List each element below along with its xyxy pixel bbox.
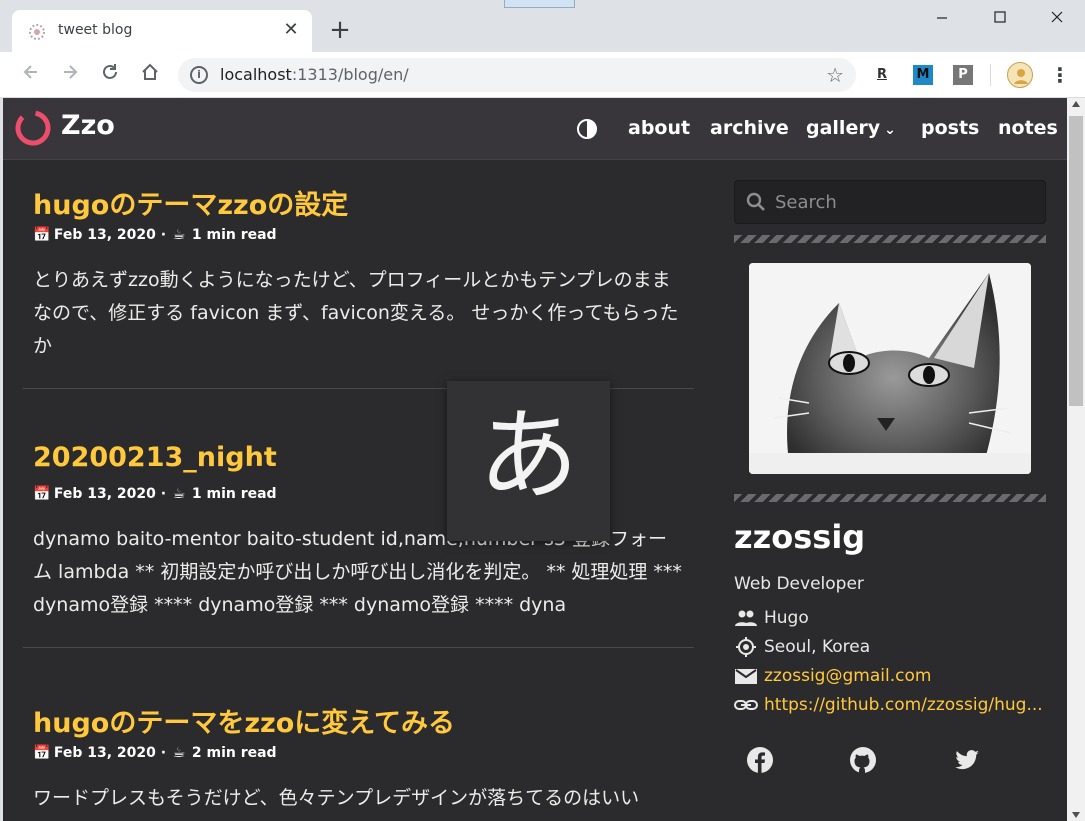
profile-avatar-icon[interactable] <box>1007 62 1033 88</box>
back-icon[interactable] <box>18 62 44 88</box>
calendar-icon: 📅 <box>33 745 51 761</box>
email-link[interactable]: zzossig@gmail.com <box>764 666 931 686</box>
logo-ring-icon[interactable] <box>14 109 52 147</box>
url-text[interactable]: localhost:1313/blog/en/ <box>220 65 409 84</box>
browser-tab[interactable]: tweet blog ✕ <box>12 10 312 52</box>
nav-about[interactable]: about <box>628 117 690 139</box>
people-icon <box>735 610 757 626</box>
nav-gallery-label: gallery <box>806 117 881 139</box>
location-text: Seoul, Korea <box>764 637 871 657</box>
chevron-down-icon: ⌄ <box>884 122 896 138</box>
window-edge <box>504 0 575 8</box>
post-title[interactable]: hugoのテーマをzzoに変えてみる <box>33 701 455 740</box>
post-divider <box>23 647 694 648</box>
post-date: Feb 13, 2020 <box>53 227 156 243</box>
extension-m-icon[interactable]: M <box>913 65 933 85</box>
post-date: Feb 13, 2020 <box>53 486 156 502</box>
page-viewport: Zzo about archive gallery ⌄ posts notes h… <box>3 98 1067 821</box>
post-summary: ワードプレスもそうだけど、色々テンプレデザインが落ちてるのはいい <box>33 787 640 809</box>
post-meta: 📅 Feb 13, 2020 · ☕ 1 min read <box>33 227 277 243</box>
tab-close-icon[interactable]: ✕ <box>280 19 302 41</box>
nav-gallery[interactable]: gallery ⌄ <box>806 117 896 139</box>
organization-text: Hugo <box>764 608 809 628</box>
reload-icon[interactable] <box>97 62 123 88</box>
read-time: 2 min read <box>191 745 277 761</box>
email-icon <box>735 669 757 684</box>
extension-p-icon[interactable]: P <box>953 65 973 85</box>
post-summary: とりあえずzzo動くようになったけど、プロフィールとかもテンプレのままなので、修… <box>33 269 679 357</box>
post-meta: 📅 Feb 13, 2020 · ☕ 1 min read <box>33 486 277 502</box>
profile-email[interactable]: zzossig@gmail.com <box>734 666 1054 692</box>
toolbar-separator <box>990 64 991 86</box>
read-time: 1 min read <box>191 486 277 502</box>
scroll-up-icon[interactable] <box>1072 101 1080 107</box>
profile-organization: Hugo <box>734 608 1054 634</box>
ime-char: あ <box>478 397 579 514</box>
post-date: Feb 13, 2020 <box>53 745 156 761</box>
site-header: Zzo about archive gallery ⌄ posts notes <box>3 98 1067 160</box>
bookmark-star-icon[interactable]: ☆ <box>826 63 844 87</box>
github-icon[interactable] <box>849 746 877 774</box>
url-path: :1313/blog/en/ <box>291 65 409 84</box>
coffee-icon: ☕ <box>172 227 186 243</box>
search-box[interactable] <box>734 180 1046 224</box>
coffee-icon: ☕ <box>172 486 186 502</box>
meta-separator: · <box>160 486 167 502</box>
scroll-thumb[interactable] <box>1069 116 1083 406</box>
browser-menu-icon[interactable]: ⋮ <box>1050 62 1070 88</box>
minimize-icon[interactable] <box>928 8 956 28</box>
profile-role: Web Developer <box>734 574 864 594</box>
post-title[interactable]: hugoのテーマzzoの設定 <box>33 183 348 222</box>
nav-notes[interactable]: notes <box>998 117 1058 139</box>
read-time: 1 min read <box>191 227 277 243</box>
new-tab-button[interactable]: + <box>326 17 354 45</box>
post-meta: 📅 Feb 13, 2020 · ☕ 2 min read <box>33 745 277 761</box>
close-window-icon[interactable] <box>1043 8 1071 28</box>
maximize-icon[interactable] <box>986 8 1014 28</box>
link-icon <box>734 700 758 710</box>
meta-separator: · <box>160 745 167 761</box>
scrollbar[interactable] <box>1067 98 1085 821</box>
profile-website[interactable]: https://github.com/zzossig/hug... <box>734 695 1054 721</box>
calendar-icon: 📅 <box>33 486 51 502</box>
profile-avatar-image <box>749 263 1031 474</box>
post-title[interactable]: 20200213_night <box>33 442 277 473</box>
home-icon[interactable] <box>137 62 163 88</box>
stripe-divider <box>734 235 1046 243</box>
website-link[interactable]: https://github.com/zzossig/hug... <box>764 695 1043 715</box>
theme-toggle-icon[interactable] <box>577 119 597 139</box>
tab-title: tweet blog <box>58 22 133 38</box>
browser-titlebar: tweet blog ✕ + <box>0 0 1085 52</box>
extension-r-icon[interactable]: R <box>872 65 892 85</box>
forward-icon[interactable] <box>57 62 83 88</box>
site-info-icon[interactable]: i <box>190 66 208 84</box>
url-host: localhost <box>220 65 292 84</box>
coffee-icon: ☕ <box>172 745 186 761</box>
nav-posts[interactable]: posts <box>921 117 979 139</box>
stripe-divider <box>734 494 1046 502</box>
twitter-icon[interactable] <box>953 746 981 774</box>
facebook-icon[interactable] <box>746 746 774 774</box>
site-logo[interactable]: Zzo <box>61 110 115 141</box>
nav-archive[interactable]: archive <box>710 117 789 139</box>
browser-toolbar: i localhost:1313/blog/en/ ☆ R M P ⋮ <box>0 52 1085 98</box>
location-icon <box>736 637 756 657</box>
calendar-icon: 📅 <box>33 227 51 243</box>
address-bar[interactable]: i localhost:1313/blog/en/ ☆ <box>178 58 856 92</box>
profile-name: zzossig <box>734 518 866 556</box>
profile-location: Seoul, Korea <box>734 637 1054 663</box>
ime-indicator: あ <box>447 381 610 541</box>
search-input[interactable] <box>775 189 1035 215</box>
favicon-icon <box>29 24 45 40</box>
scroll-down-icon[interactable] <box>1072 812 1080 818</box>
meta-separator: · <box>160 227 167 243</box>
search-icon <box>746 192 765 211</box>
